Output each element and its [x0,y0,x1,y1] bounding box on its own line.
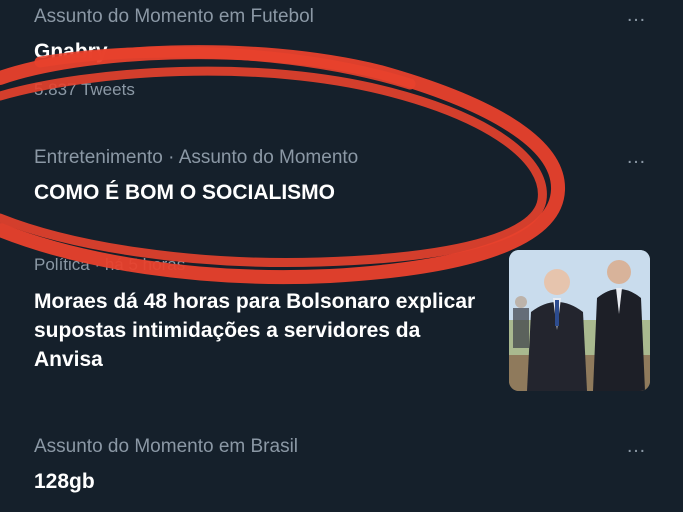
trend-context: Assunto do Momento em Brasil [34,436,299,457]
news-thumbnail [509,250,650,391]
more-options-icon[interactable]: … [626,436,647,456]
trend-title: Gnabry [34,40,108,63]
news-headline: Moraes dá 48 horas para Bolsonaro explic… [34,290,476,371]
trend-context: Entretenimento · Assunto do Momento [34,147,359,168]
news-photo-image [509,250,650,391]
news-meta: Política · há 5 horas [34,255,186,274]
trend-tweet-count: 5.837 Tweets [34,80,135,99]
trend-context: Assunto do Momento em Futebol [34,6,314,27]
more-options-icon[interactable]: … [626,147,647,167]
trend-title: 128gb [34,470,95,493]
trend-title: COMO É BOM O SOCIALISMO [34,181,336,204]
more-options-icon[interactable]: … [626,5,647,25]
